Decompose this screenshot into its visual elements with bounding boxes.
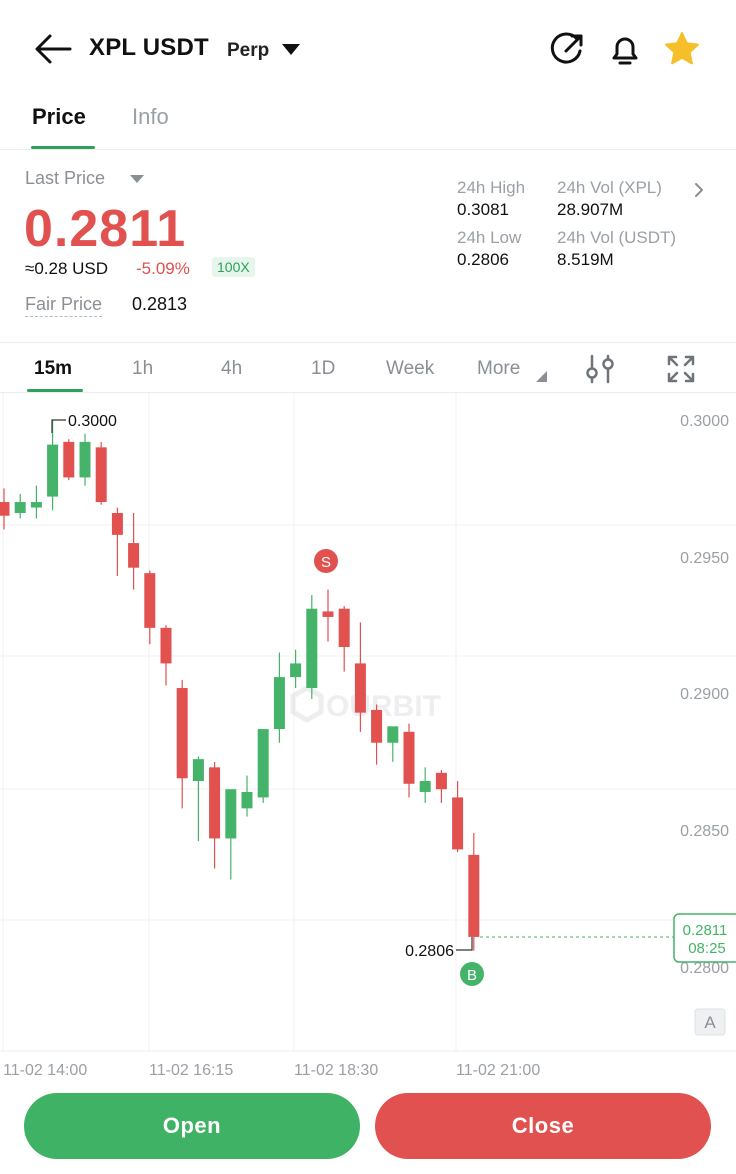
candle-up (14, 502, 26, 513)
candle-down (403, 731, 415, 784)
back-arrow-icon[interactable] (32, 30, 74, 68)
last-price: 0.2811 (24, 200, 187, 258)
bell-icon[interactable] (606, 30, 644, 68)
candle-down (63, 441, 75, 478)
candles-group (0, 420, 480, 951)
divider (0, 149, 736, 150)
sell-marker-label: S (321, 554, 331, 571)
caret-down-icon[interactable] (130, 175, 144, 183)
fair-price-value: 0.2813 (132, 294, 188, 314)
high-marker-label: 0.3000 (68, 413, 117, 430)
change-percent: -5.09% (136, 259, 190, 278)
current-price-value: 0.2811 (683, 922, 728, 939)
candle-down (322, 611, 334, 617)
stat-vol-usdt-label: 24h Vol (USDT) (557, 228, 677, 247)
x-tick-label: 11-02 21:00 (456, 1062, 540, 1079)
candle-up (192, 759, 204, 782)
candle-up (241, 791, 253, 809)
open-button[interactable]: Open (24, 1093, 360, 1159)
candle-up (306, 608, 318, 689)
y-tick-label: 0.2850 (680, 823, 729, 840)
candle-up (257, 729, 269, 798)
low-marker: 0.2806 (405, 937, 473, 960)
candle-down (160, 627, 172, 664)
candle-down (144, 573, 156, 628)
candle-up (290, 663, 302, 678)
candle-down (435, 772, 447, 790)
candle-down (452, 797, 464, 850)
timeframe-15m[interactable]: 15m (34, 358, 72, 380)
x-tick-label: 11-02 18:30 (294, 1062, 378, 1079)
stat-vol-usdt-value: 8.519M (557, 250, 614, 269)
x-tick-label: 11-02 16:15 (149, 1062, 233, 1079)
timeframe-1h[interactable]: 1h (132, 358, 153, 380)
chevron-right-icon[interactable] (692, 181, 706, 199)
tab-info[interactable]: Info (132, 104, 169, 130)
current-price-tag: 0.2811 08:25 (673, 913, 736, 963)
candle-up (273, 677, 285, 730)
candle-up (419, 781, 431, 792)
timeframe-1d[interactable]: 1D (311, 358, 335, 380)
timeframe-4h[interactable]: 4h (221, 358, 242, 380)
share-icon[interactable] (549, 30, 587, 68)
buy-marker[interactable]: B (460, 962, 484, 986)
high-marker: 0.3000 (51, 413, 117, 433)
stat-low-label: 24h Low (457, 228, 522, 247)
more-caret-icon[interactable] (536, 371, 547, 382)
watermark-text: OURBIT (326, 690, 441, 723)
timeframe-more[interactable]: More (477, 358, 520, 380)
top-bar: XPL USDT Perp (0, 0, 736, 100)
tab-price[interactable]: Price (32, 104, 86, 130)
candle-up (387, 726, 399, 743)
low-marker-label: 0.2806 (405, 943, 454, 960)
chevron-down-icon[interactable] (282, 44, 300, 55)
candlestick-chart[interactable]: OURBIT 0.3000 0.2950 0.2900 0.2850 0.280… (0, 393, 736, 1083)
candle-down (128, 543, 140, 568)
usd-equivalent: ≈0.28 USD (25, 259, 109, 278)
candle-down (468, 854, 480, 937)
auto-scale-button[interactable]: A (694, 1008, 726, 1036)
timeframe-week[interactable]: Week (386, 358, 434, 380)
fullscreen-icon[interactable] (664, 352, 698, 386)
leverage-badge: 100X (212, 257, 255, 277)
y-tick-label: 0.3000 (680, 413, 729, 430)
fair-price-label[interactable]: Fair Price (25, 294, 103, 317)
stat-high-value: 0.3081 (457, 200, 509, 219)
indicator-settings-icon[interactable] (583, 352, 617, 386)
sell-marker[interactable]: S (314, 549, 338, 573)
candle-up (79, 441, 91, 478)
stat-low-value: 0.2806 (457, 250, 509, 269)
last-price-label[interactable]: Last Price (25, 168, 105, 189)
candle-up (30, 502, 42, 508)
candle-countdown: 08:25 (688, 940, 726, 957)
candle-down (176, 688, 188, 779)
close-button[interactable]: Close (375, 1093, 711, 1159)
candle-down (209, 767, 221, 839)
buy-marker-label: B (467, 967, 477, 984)
auto-scale-label: A (704, 1013, 716, 1032)
candle-down (371, 709, 383, 743)
candle-up (47, 444, 59, 497)
pair-title[interactable]: XPL USDT (89, 34, 209, 62)
candle-down (111, 512, 123, 535)
candle-up (225, 789, 237, 839)
contract-type[interactable]: Perp (227, 40, 269, 62)
stat-vol-xpl-label: 24h Vol (XPL) (557, 178, 662, 197)
watermark: OURBIT (290, 685, 441, 723)
candle-down (0, 502, 10, 516)
y-tick-label: 0.2900 (680, 686, 729, 703)
divider (0, 342, 736, 343)
star-icon[interactable] (663, 30, 701, 68)
candle-down (95, 447, 107, 503)
x-tick-label: 11-02 14:00 (3, 1062, 87, 1079)
candle-down (338, 608, 350, 648)
y-tick-label: 0.2950 (680, 550, 729, 567)
stat-high-label: 24h High (457, 178, 526, 197)
stat-vol-xpl-value: 28.907M (557, 200, 624, 219)
candle-down (354, 663, 366, 713)
